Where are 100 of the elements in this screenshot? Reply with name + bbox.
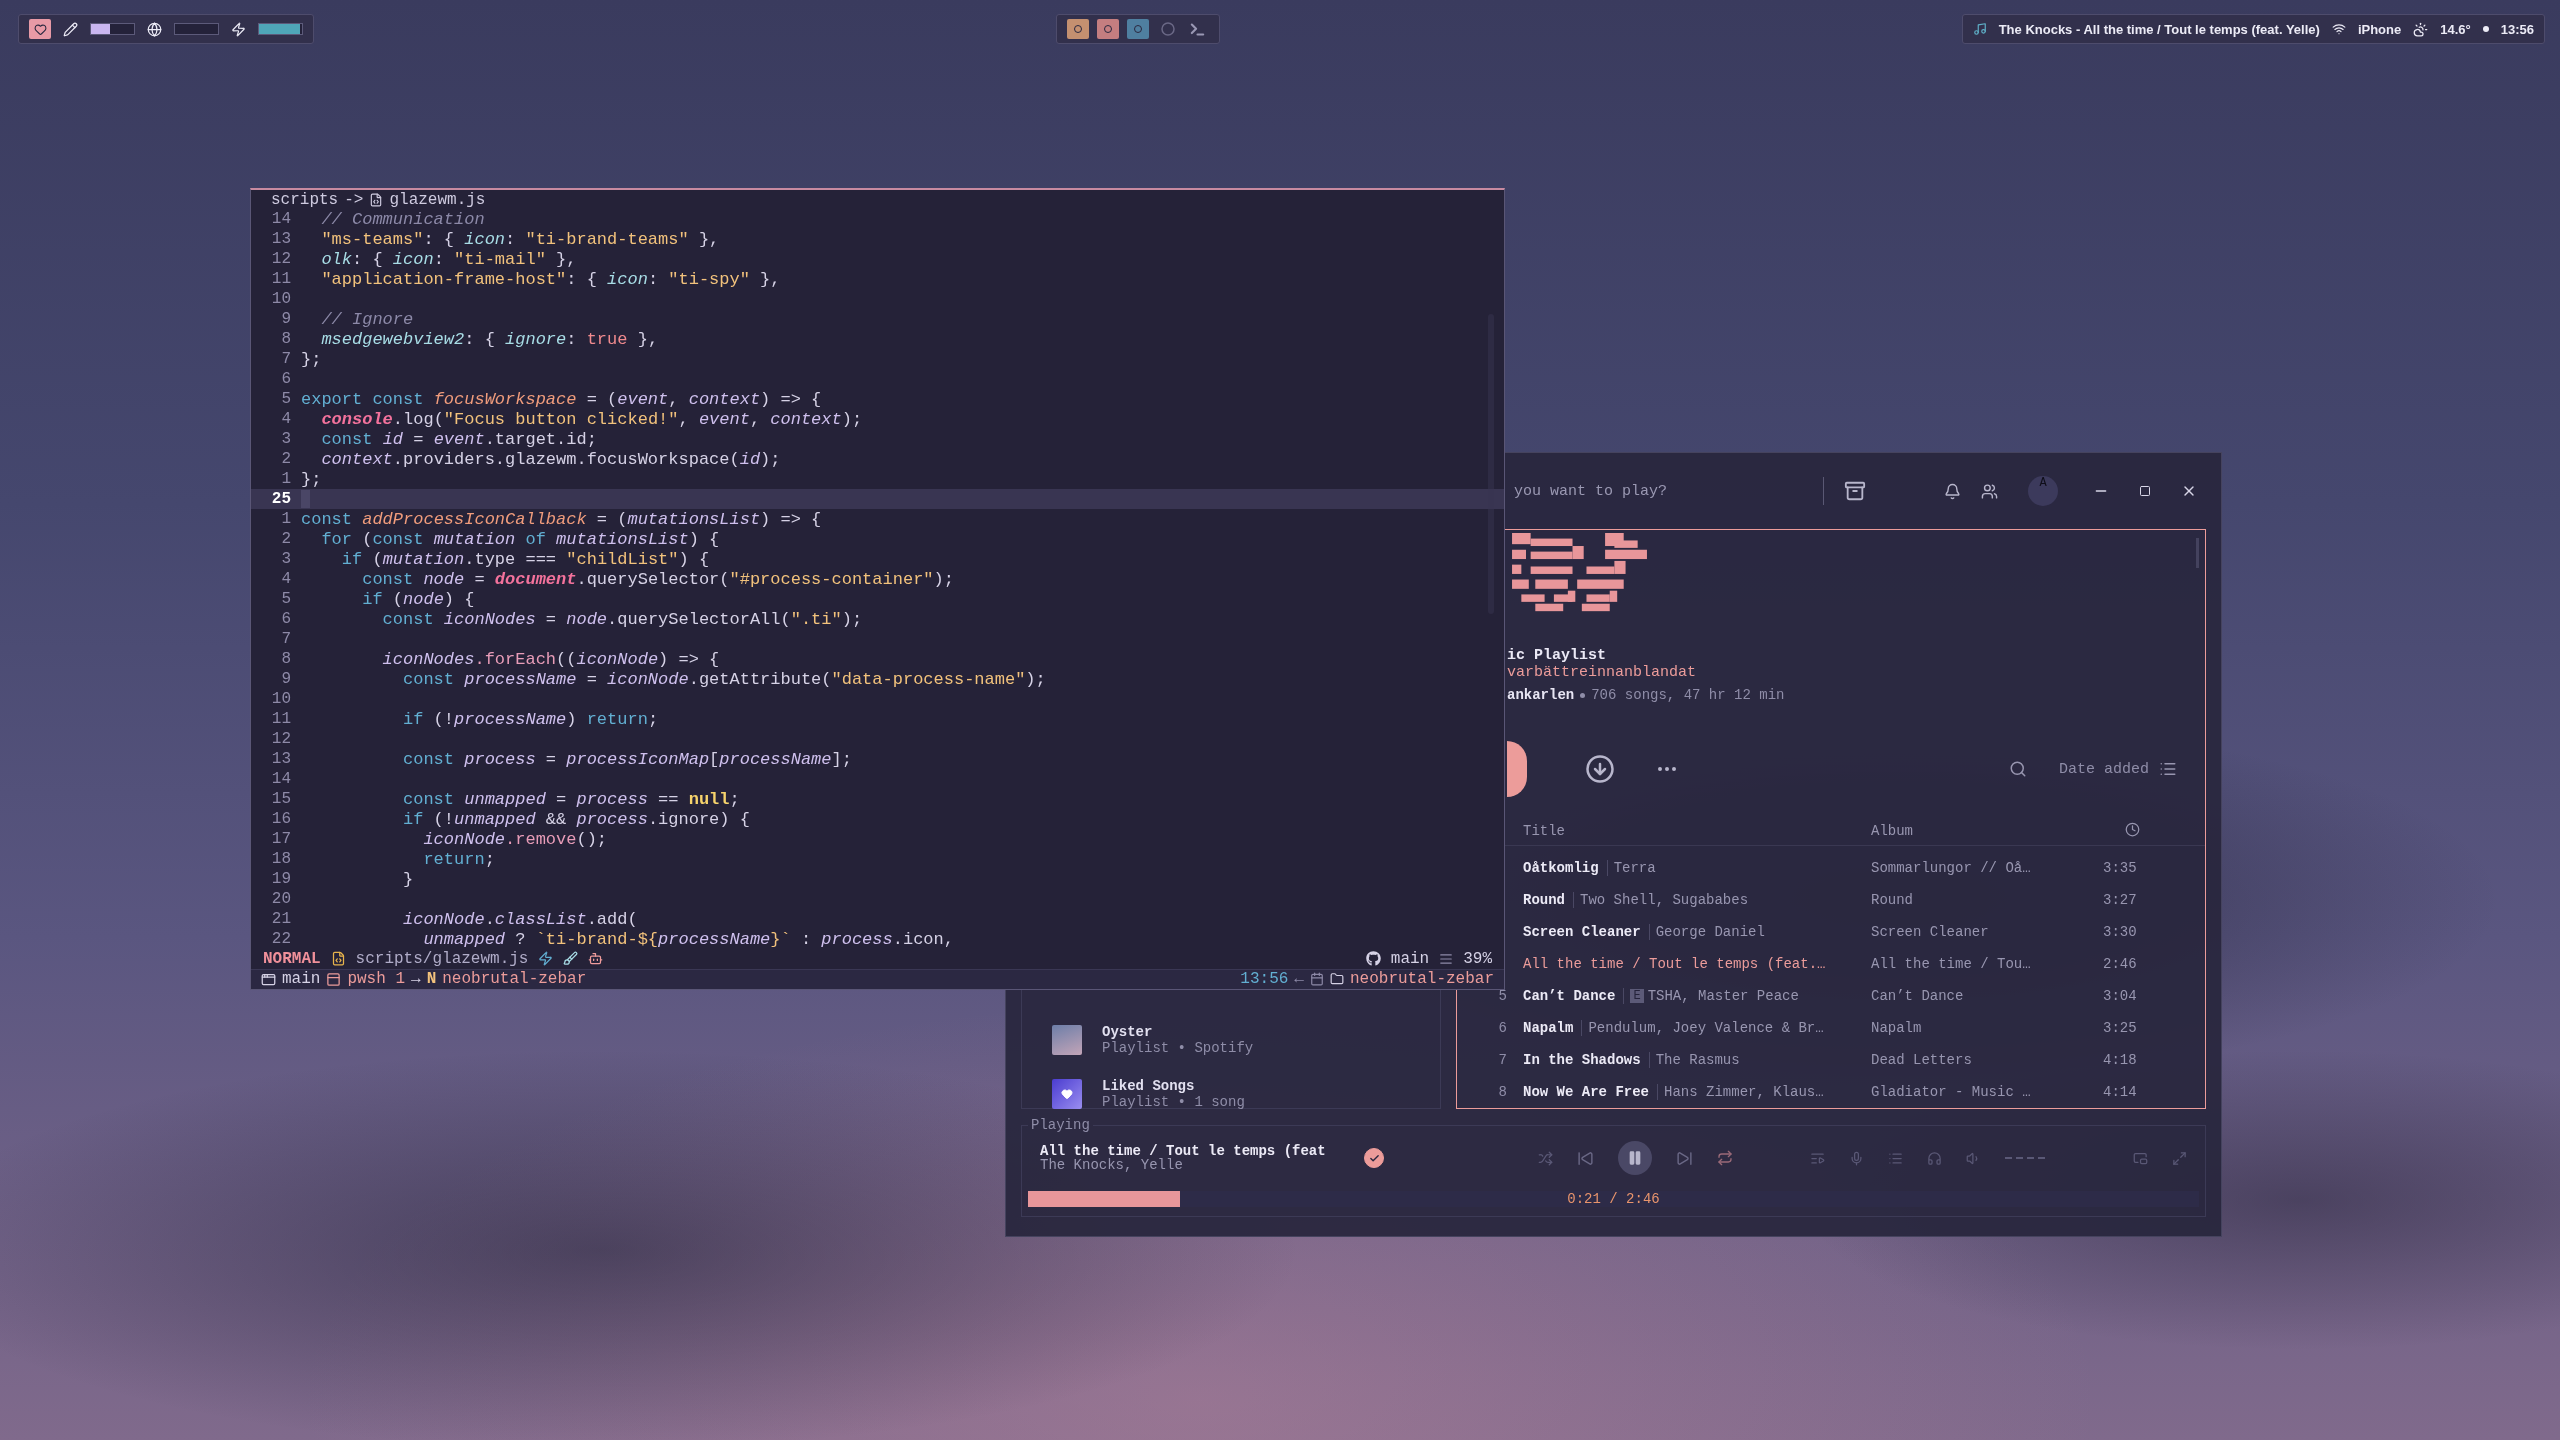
track-duration: 3:27 bbox=[2103, 892, 2138, 908]
code-line: iconNodes.forEach((iconNode) => { bbox=[381, 649, 720, 669]
volume-slider-icon[interactable] bbox=[2005, 1156, 2045, 1160]
previous-icon[interactable] bbox=[1577, 1149, 1594, 1167]
line-number: 2 bbox=[280, 530, 292, 549]
track-duration: 3:30 bbox=[2103, 924, 2138, 940]
session-name: main bbox=[282, 970, 321, 989]
track-duration: 3:25 bbox=[2103, 1020, 2138, 1036]
line-number: 9 bbox=[280, 670, 292, 689]
line-number: 12 bbox=[270, 730, 292, 749]
lines-icon bbox=[1439, 952, 1454, 966]
playback-time: 0:21 / 2:46 bbox=[1567, 1191, 1660, 1207]
search-icon[interactable] bbox=[2009, 760, 2027, 779]
search-field[interactable]: you want to play? bbox=[1514, 482, 1823, 500]
friends-icon[interactable] bbox=[1981, 482, 1998, 500]
track-title[interactable]: Can’t Dance bbox=[1523, 988, 1616, 1004]
library-item[interactable]: Liked Songs Playlist • 1 song bbox=[1052, 1078, 1440, 1110]
track-album: All the time / Tou… bbox=[1871, 956, 2032, 972]
track-title[interactable]: Screen Cleaner bbox=[1523, 924, 1641, 940]
track-album: Dead Letters bbox=[1871, 1052, 1973, 1068]
line-number: 4 bbox=[280, 570, 292, 589]
liked-check-icon[interactable] bbox=[1364, 1148, 1384, 1168]
track-title[interactable]: All the time / Tout le temps (feat.… bbox=[1523, 956, 1826, 972]
code-line: iconNode.remove(); bbox=[422, 829, 608, 849]
line-number: 1 bbox=[280, 510, 292, 529]
repeat-icon[interactable] bbox=[1717, 1150, 1733, 1166]
line-number: 1 bbox=[280, 470, 292, 489]
js-file-icon bbox=[330, 951, 346, 967]
line-number: 11 bbox=[270, 270, 292, 289]
code-line: const iconNodes = node.querySelectorAll(".ti"); bbox=[381, 609, 863, 629]
code-line: console.log("Focus button clicked!", event, context); bbox=[320, 409, 863, 429]
wifi-name: iPhone bbox=[2357, 21, 2402, 37]
playlist-title: varbättreinnanblandat bbox=[1507, 664, 1698, 682]
line-number: 22 bbox=[270, 930, 292, 949]
track-album: Screen Cleaner bbox=[1871, 924, 1990, 940]
shuffle-icon[interactable] bbox=[1538, 1150, 1553, 1166]
workspace-button[interactable] bbox=[1066, 19, 1089, 39]
track-title[interactable]: Napalm bbox=[1523, 1020, 1574, 1036]
progress-bar[interactable]: 0:21 / 2:46 bbox=[1028, 1191, 2199, 1207]
file-path: scripts/glazewm.js bbox=[355, 950, 529, 968]
track-title[interactable]: Oåtkomlig bbox=[1523, 860, 1599, 876]
track-duration: 2:46 bbox=[2103, 956, 2138, 972]
music-note-icon bbox=[1972, 22, 1987, 36]
back-arrow-text: ← bbox=[1294, 970, 1304, 989]
store-icon[interactable] bbox=[1844, 480, 1866, 502]
line-number: 21 bbox=[270, 910, 292, 929]
temperature-text: 14.6° bbox=[2440, 21, 2471, 37]
terminal-icon[interactable] bbox=[1189, 20, 1207, 38]
track-title[interactable]: Now We Are Free bbox=[1523, 1084, 1650, 1100]
list-icon[interactable] bbox=[1888, 1150, 1903, 1166]
line-number: 18 bbox=[270, 850, 292, 869]
workspace-button[interactable] bbox=[1096, 19, 1119, 39]
owner-name[interactable]: ankarlen bbox=[1507, 687, 1575, 704]
mini-player-icon[interactable] bbox=[2133, 1150, 2148, 1166]
window-icon bbox=[261, 971, 276, 987]
track-number: 7 bbox=[1497, 1052, 1507, 1068]
circle-icon[interactable] bbox=[1160, 22, 1175, 36]
code-line: olk: { icon: "ti-mail" }, bbox=[320, 249, 577, 269]
code-line: for (const mutation of mutationsList) { bbox=[320, 529, 720, 549]
playlist-stats: 706 songs, 47 hr 12 min bbox=[1591, 687, 1785, 704]
line-number: 3 bbox=[280, 550, 292, 569]
pane-icon bbox=[326, 971, 342, 987]
microphone-icon[interactable] bbox=[1849, 1150, 1864, 1166]
track-title[interactable]: Round bbox=[1523, 892, 1565, 908]
scrollbar[interactable] bbox=[1488, 314, 1494, 615]
code-line: const process = processIconMap[processName]; bbox=[402, 749, 852, 769]
play-button[interactable] bbox=[1507, 741, 1527, 798]
clock-icon bbox=[2125, 821, 2140, 837]
track-artist: George Daniel bbox=[1655, 924, 1765, 940]
pause-icon bbox=[1627, 1150, 1643, 1166]
bell-icon[interactable] bbox=[1944, 482, 1961, 500]
n-label: N bbox=[426, 970, 437, 989]
maximize-icon[interactable] bbox=[2139, 485, 2151, 497]
code-line: }; bbox=[301, 349, 322, 369]
line-number: 19 bbox=[270, 870, 292, 889]
path-name: neobrutal-zebar bbox=[442, 970, 587, 989]
track-artist: TSHA, Master Peace bbox=[1647, 988, 1799, 1004]
track-artist: Terra bbox=[1613, 860, 1656, 876]
sort-label[interactable]: Date added bbox=[2059, 760, 2149, 778]
weather-icon bbox=[2413, 21, 2429, 37]
playlist-name: Liked Songs bbox=[1102, 1078, 1196, 1094]
code-line: unmapped ? `ti-brand-${processName}` : process.icon, bbox=[422, 929, 954, 949]
workspace-button[interactable] bbox=[1126, 19, 1149, 39]
track-title[interactable]: In the Shadows bbox=[1523, 1052, 1641, 1068]
code-line: const addProcessIconCallback = (mutationsList) => { bbox=[301, 509, 822, 529]
next-icon[interactable] bbox=[1676, 1149, 1693, 1167]
bolt-icon bbox=[231, 21, 246, 37]
pause-button[interactable] bbox=[1618, 1141, 1652, 1175]
bolt-icon bbox=[538, 951, 554, 967]
cursor bbox=[301, 490, 310, 509]
library-item[interactable]: Oyster Playlist • Spotify bbox=[1052, 1024, 1440, 1056]
track-number: 6 bbox=[1497, 1020, 1507, 1036]
track-number: 5 bbox=[1497, 988, 1507, 1004]
line-number: 14 bbox=[270, 770, 292, 789]
line-number: 6 bbox=[280, 610, 292, 629]
pencil-icon bbox=[63, 21, 78, 37]
clock-text: 13:56 bbox=[2500, 21, 2534, 37]
queue-icon[interactable] bbox=[1810, 1150, 1825, 1166]
download-icon[interactable] bbox=[1585, 754, 1615, 785]
code-line: msedgewebview2: { ignore: true }, bbox=[320, 329, 659, 349]
